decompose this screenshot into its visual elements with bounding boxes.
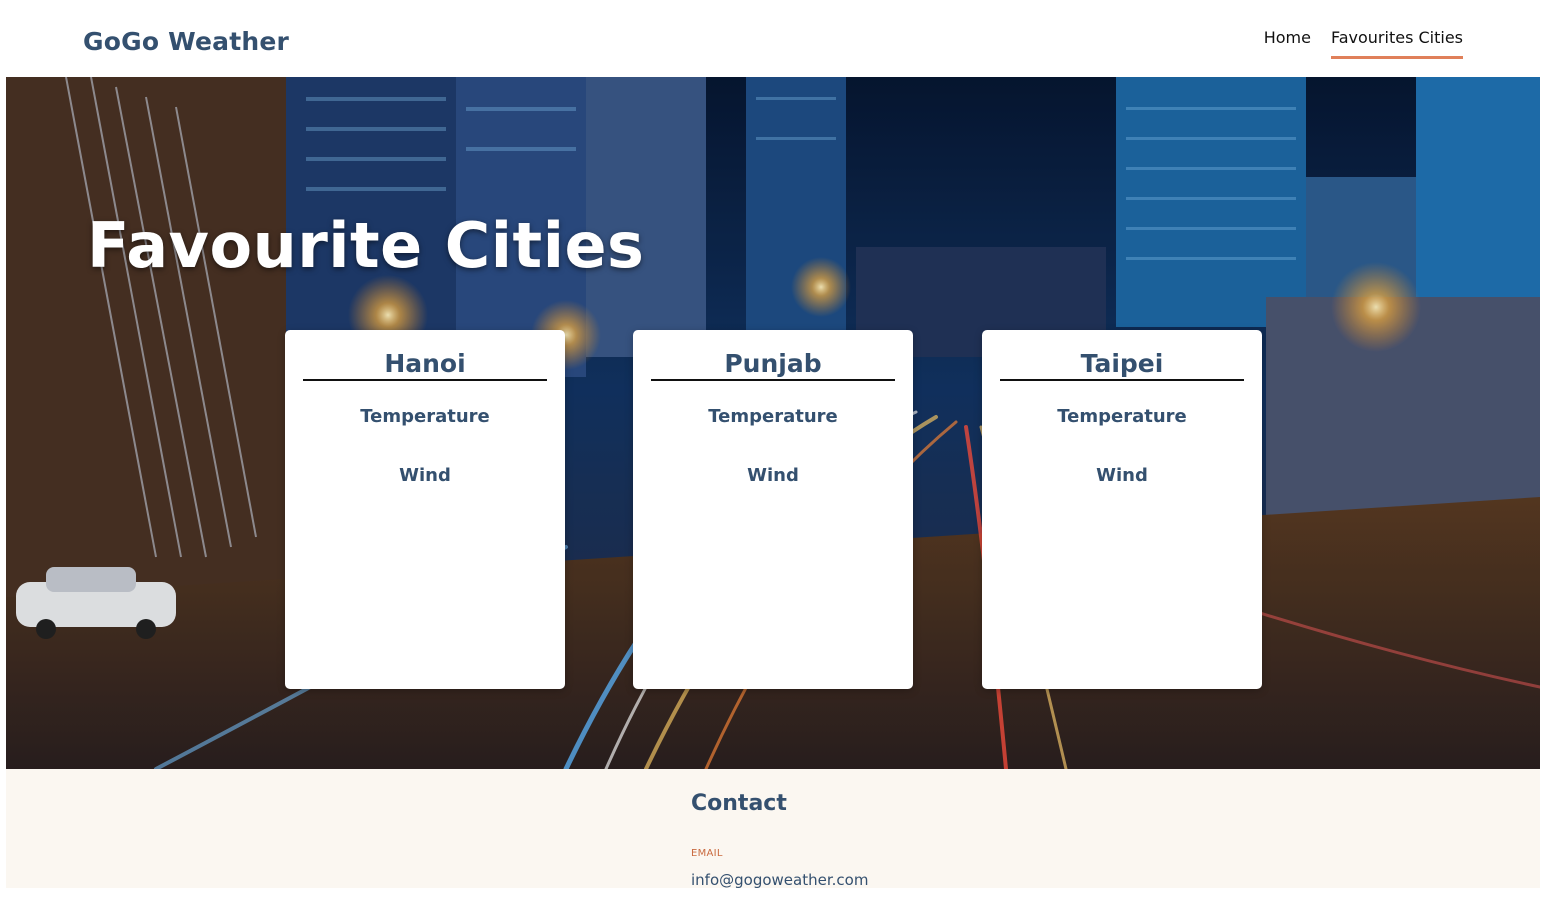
card-city-name: Hanoi (303, 349, 547, 381)
city-card-punjab[interactable]: Punjab Temperature Wind (633, 330, 913, 689)
contact-heading: Contact (691, 791, 787, 816)
nav-home-link[interactable]: Home (1264, 26, 1311, 59)
card-wind-label: Wind (747, 465, 799, 486)
main-nav: Home Favourites Cities (1264, 26, 1463, 59)
nav-favourites-link[interactable]: Favourites Cities (1330, 26, 1463, 59)
site-header: GoGo Weather Home Favourites Cities (6, 0, 1540, 77)
brand-logo[interactable]: GoGo Weather (83, 27, 289, 56)
card-temperature-label: Temperature (1057, 406, 1187, 427)
card-temperature-label: Temperature (708, 406, 838, 427)
page: GoGo Weather Home Favourites Cities Favo… (6, 0, 1540, 889)
hero-section: Favourite Cities Hanoi Temperature Wind … (6, 77, 1540, 769)
site-footer: Contact EMAIL info@gogoweather.com (6, 769, 1540, 889)
card-city-name: Taipei (1000, 349, 1244, 381)
card-wind-label: Wind (399, 465, 451, 486)
card-temperature-label: Temperature (360, 406, 490, 427)
email-link[interactable]: info@gogoweather.com (691, 871, 868, 889)
email-label: EMAIL (691, 848, 723, 859)
page-title: Favourite Cities (87, 209, 645, 282)
city-card-taipei[interactable]: Taipei Temperature Wind (982, 330, 1262, 689)
card-wind-label: Wind (1096, 465, 1148, 486)
city-card-hanoi[interactable]: Hanoi Temperature Wind (285, 330, 565, 689)
card-city-name: Punjab (651, 349, 895, 381)
